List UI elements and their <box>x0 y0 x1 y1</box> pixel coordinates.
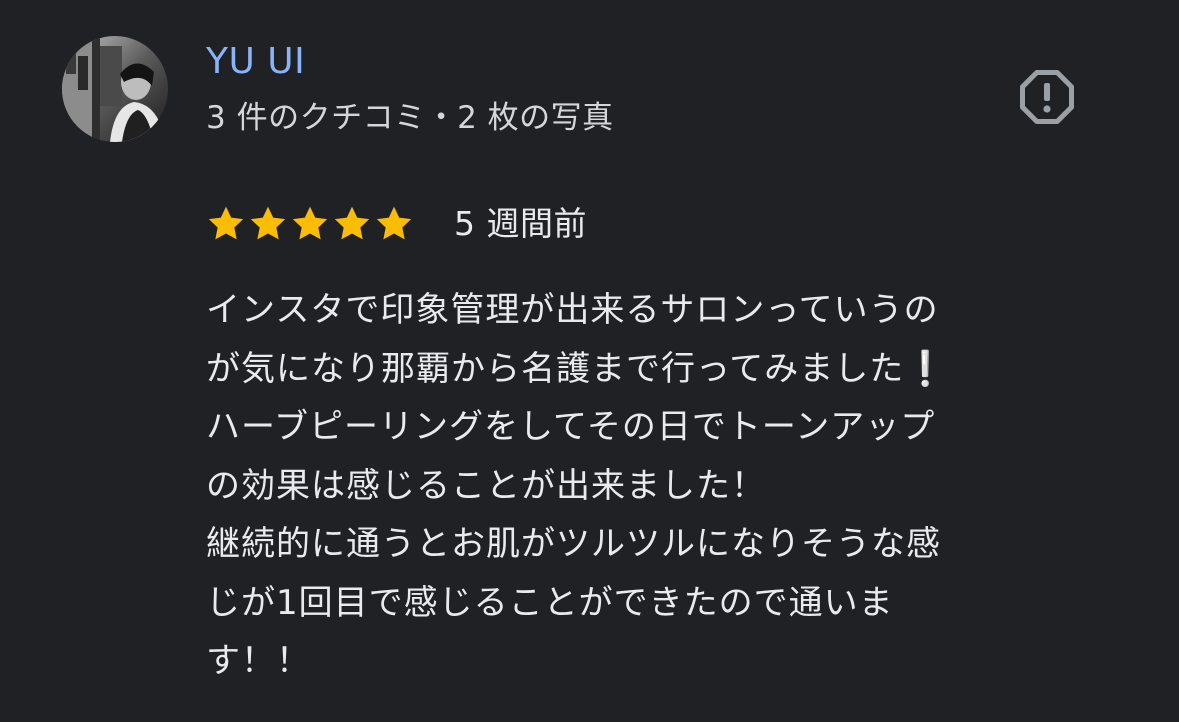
review-text-line: が気になり那覇から名護まで行ってみました❕ <box>206 348 948 389</box>
review-text-line: インスタで印象管理が出来るサロンっていうの <box>206 290 939 330</box>
star-icon <box>334 206 370 240</box>
star-icon <box>250 206 286 240</box>
review-text-line: の効果は感じることが出来ました！ <box>206 465 766 506</box>
review-text-line: ハーブピーリングをしてその日でトーンアップ <box>206 407 936 447</box>
avatar[interactable] <box>62 36 168 142</box>
review-text-line: じが1回目で感じることができたので通いま <box>206 582 894 623</box>
star-rating <box>206 204 414 244</box>
review-text-line: す！！ <box>206 641 311 681</box>
report-flag-icon <box>1020 70 1074 124</box>
star-icon <box>376 206 412 240</box>
review-date: 5 週間前 <box>454 204 587 243</box>
reviewer-name[interactable]: YU UI <box>206 38 305 86</box>
star-icon <box>292 206 328 240</box>
review-text: インスタで印象管理が出来るサロンっていうの が気になり那覇から名護まで行ってみまし… <box>206 281 1106 691</box>
review-text-line: 継続的に通うとお肌がツルツルになりそうな感 <box>206 524 941 564</box>
star-icon <box>208 206 244 240</box>
rating-row: 5 週間前 <box>206 199 587 249</box>
avatar-photo <box>62 36 168 142</box>
review-card: YU UI 3 件のクチコミ・2 枚の写真 5 週間前 インスタで印象管理が出来… <box>0 0 1179 722</box>
report-button[interactable] <box>1014 66 1080 128</box>
reviewer-meta: 3 件のクチコミ・2 枚の写真 <box>206 100 614 136</box>
